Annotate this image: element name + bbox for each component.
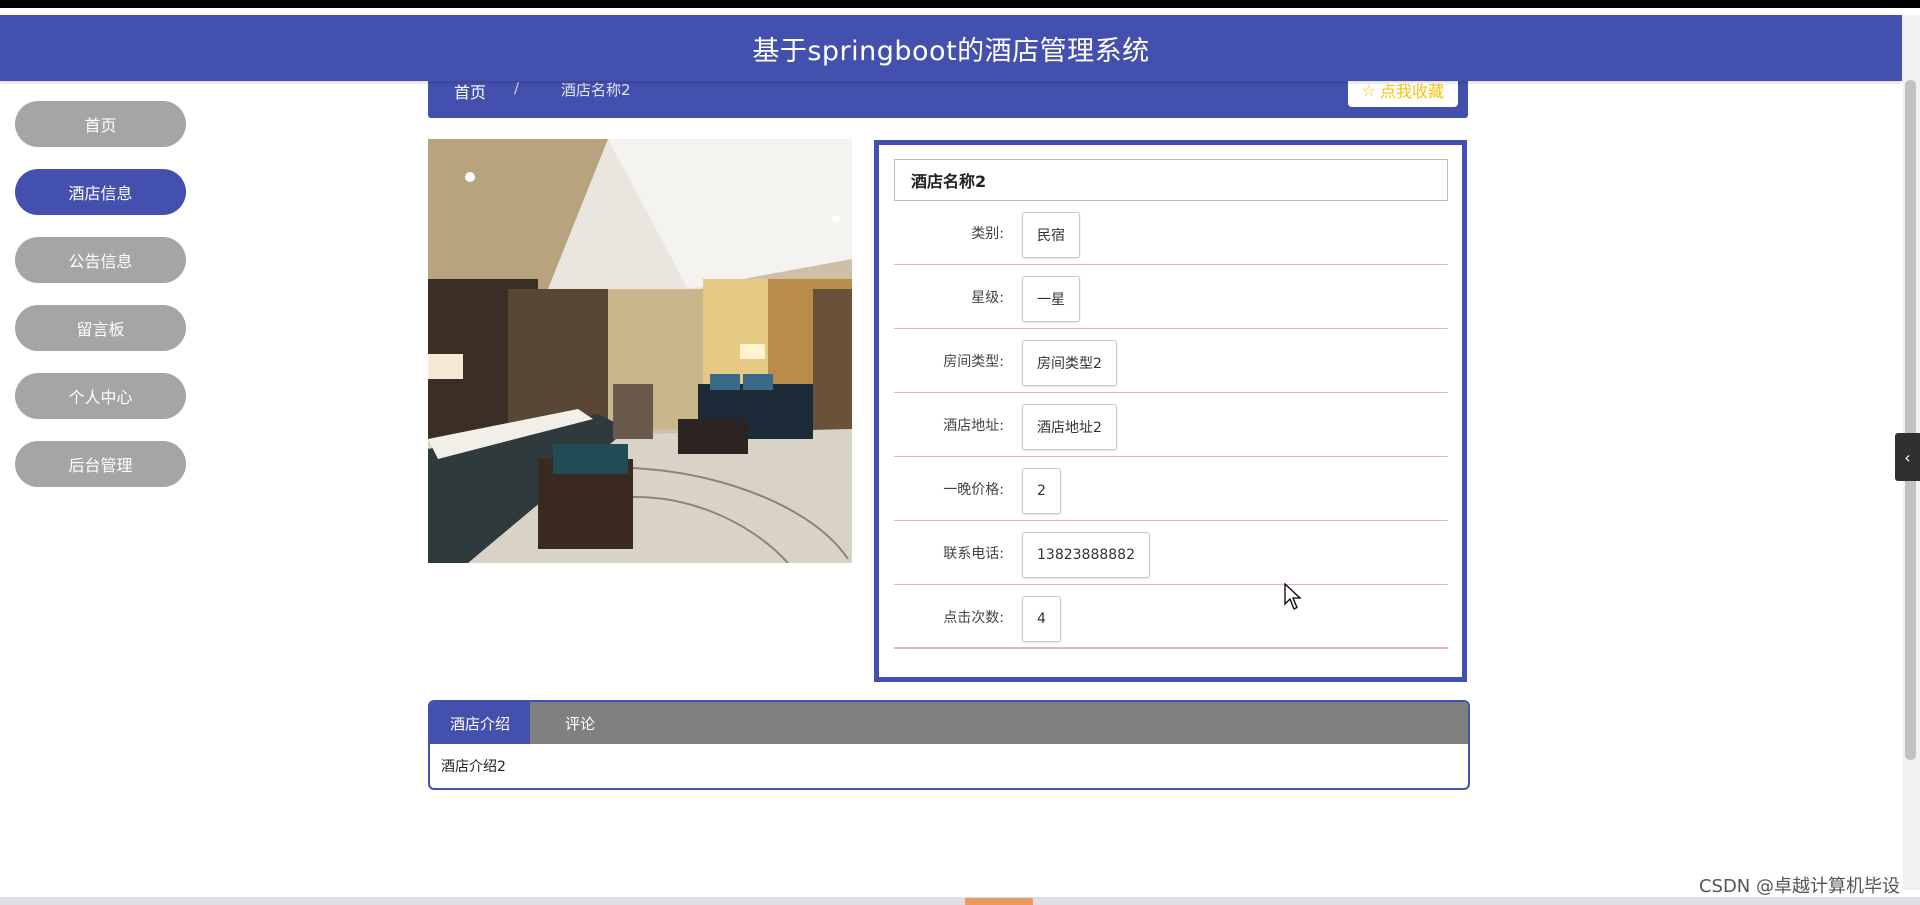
info-row-star-rating: 星级: 一星 [894, 265, 1448, 329]
bottom-indicator [965, 898, 1033, 905]
info-label: 一晚价格: [943, 482, 1004, 498]
sidebar-item-admin[interactable]: 后台管理 [15, 441, 186, 487]
site-title: 基于springboot的酒店管理系统 [752, 35, 1150, 67]
page-scrollbar-thumb[interactable] [1905, 80, 1916, 760]
info-label: 星级: [971, 290, 1004, 306]
watermark: CSDN @卓越计算机毕设 [1698, 876, 1900, 897]
mouse-cursor-icon [1284, 582, 1302, 615]
info-label: 点击次数: [943, 610, 1004, 626]
info-row-price: 一晚价格: 2 [894, 457, 1448, 521]
info-row-click-count: 点击次数: 4 [894, 585, 1448, 649]
info-value: 房间类型2 [1022, 340, 1117, 386]
breadcrumb-home-link[interactable]: 首页 [454, 79, 486, 103]
detail-tabs: 酒店介绍 评论 酒店介绍2 [428, 700, 1470, 790]
tab-content: 酒店介绍2 [441, 759, 506, 775]
hotel-photo [428, 139, 852, 563]
info-value: 一星 [1022, 276, 1080, 322]
tab-hotel-intro[interactable]: 酒店介绍 [430, 702, 530, 744]
sidebar-item-message-board[interactable]: 留言板 [15, 305, 186, 351]
chevron-left-icon: ‹ [1904, 447, 1911, 467]
sidebar-item-announcements[interactable]: 公告信息 [15, 237, 186, 283]
info-row-room-type: 房间类型: 房间类型2 [894, 329, 1448, 393]
tab-comments[interactable]: 评论 [530, 702, 630, 744]
info-label: 联系电话: [943, 546, 1004, 562]
info-value: 13823888882 [1022, 532, 1150, 578]
sidebar-item-home[interactable]: 首页 [15, 101, 186, 147]
info-row-category: 类别: 民宿 [894, 201, 1448, 265]
info-divider [894, 647, 1448, 648]
info-label: 房间类型: [943, 354, 1004, 370]
breadcrumb-current: 酒店名称2 [561, 81, 631, 99]
window-top-strip [0, 0, 1920, 8]
info-row-phone: 联系电话: 13823888882 [894, 521, 1448, 585]
info-value: 民宿 [1022, 212, 1080, 258]
star-outline-icon: ☆ [1361, 80, 1376, 100]
tab-bar: 酒店介绍 评论 [430, 702, 1468, 744]
info-value: 2 [1022, 468, 1061, 514]
favorite-label: 点我收藏 [1379, 82, 1444, 101]
sidebar-item-personal-center[interactable]: 个人中心 [15, 373, 186, 419]
sidebar-item-hotel-info[interactable]: 酒店信息 [15, 169, 186, 215]
info-value: 4 [1022, 596, 1061, 642]
panel-collapse-button[interactable]: ‹ [1895, 433, 1920, 481]
info-value: 酒店地址2 [1022, 404, 1117, 450]
info-label: 类别: [971, 226, 1004, 242]
info-row-address: 酒店地址: 酒店地址2 [894, 393, 1448, 457]
site-header: 基于springboot的酒店管理系统 [0, 15, 1902, 81]
breadcrumb-separator: / [514, 79, 520, 97]
info-label: 酒店地址: [943, 418, 1004, 434]
bottom-taskbar [0, 897, 1920, 905]
hotel-name: 酒店名称2 [894, 159, 1448, 201]
hotel-info-panel: 酒店名称2 类别: 民宿 星级: 一星 房间类型: 房间类型2 酒店地址: 酒店… [874, 140, 1467, 682]
sidebar: 首页 酒店信息 公告信息 留言板 个人中心 后台管理 [15, 101, 186, 509]
